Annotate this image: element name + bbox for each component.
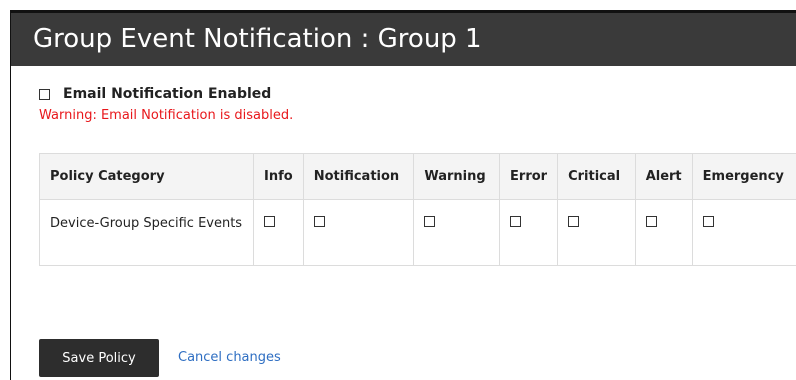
save-policy-button[interactable]: Save Policy — [39, 339, 159, 377]
dialog: Group Event Notification : Group 1 Email… — [10, 10, 796, 380]
column-header-emergency: Emergency — [691, 153, 796, 200]
email-warning-text: Warning: Email Notification is disabled. — [39, 108, 294, 123]
warning-checkbox[interactable] — [424, 216, 436, 227]
critical-cell — [557, 199, 636, 266]
info-cell — [253, 199, 304, 266]
column-header-alert: Alert — [634, 153, 693, 200]
column-header-policy-category: Policy Category — [38, 153, 255, 200]
policy-table: Policy Category Info Notification Warnin… — [38, 153, 796, 266]
emergency-checkbox[interactable] — [702, 216, 714, 227]
column-header-notification: Notification — [302, 153, 415, 200]
column-header-critical: Critical — [557, 153, 636, 200]
table-header-row: Policy Category Info Notification Warnin… — [38, 153, 796, 200]
info-checkbox[interactable] — [264, 216, 276, 227]
error-cell — [499, 199, 559, 266]
column-header-info: Info — [253, 153, 304, 200]
email-notification-label[interactable]: Email Notification Enabled — [63, 86, 271, 102]
alert-checkbox[interactable] — [645, 216, 657, 227]
alert-cell — [634, 199, 693, 266]
cancel-changes-link[interactable]: Cancel changes — [178, 350, 281, 365]
title-bar: Group Event Notification : Group 1 — [11, 10, 796, 66]
notification-checkbox[interactable] — [313, 216, 325, 227]
critical-checkbox[interactable] — [568, 216, 580, 227]
email-notification-row: Email Notification Enabled — [39, 86, 271, 102]
table-row: Device-Group Specific Events — [38, 199, 796, 266]
email-notification-checkbox[interactable] — [39, 88, 50, 100]
column-header-error: Error — [499, 153, 559, 200]
emergency-cell — [691, 199, 796, 266]
policy-category-cell: Device-Group Specific Events — [38, 199, 255, 266]
notification-cell — [302, 199, 415, 266]
page-title: Group Event Notification : Group 1 — [33, 24, 482, 54]
warning-cell — [413, 199, 501, 266]
error-checkbox[interactable] — [510, 216, 522, 227]
column-header-warning: Warning — [413, 153, 501, 200]
